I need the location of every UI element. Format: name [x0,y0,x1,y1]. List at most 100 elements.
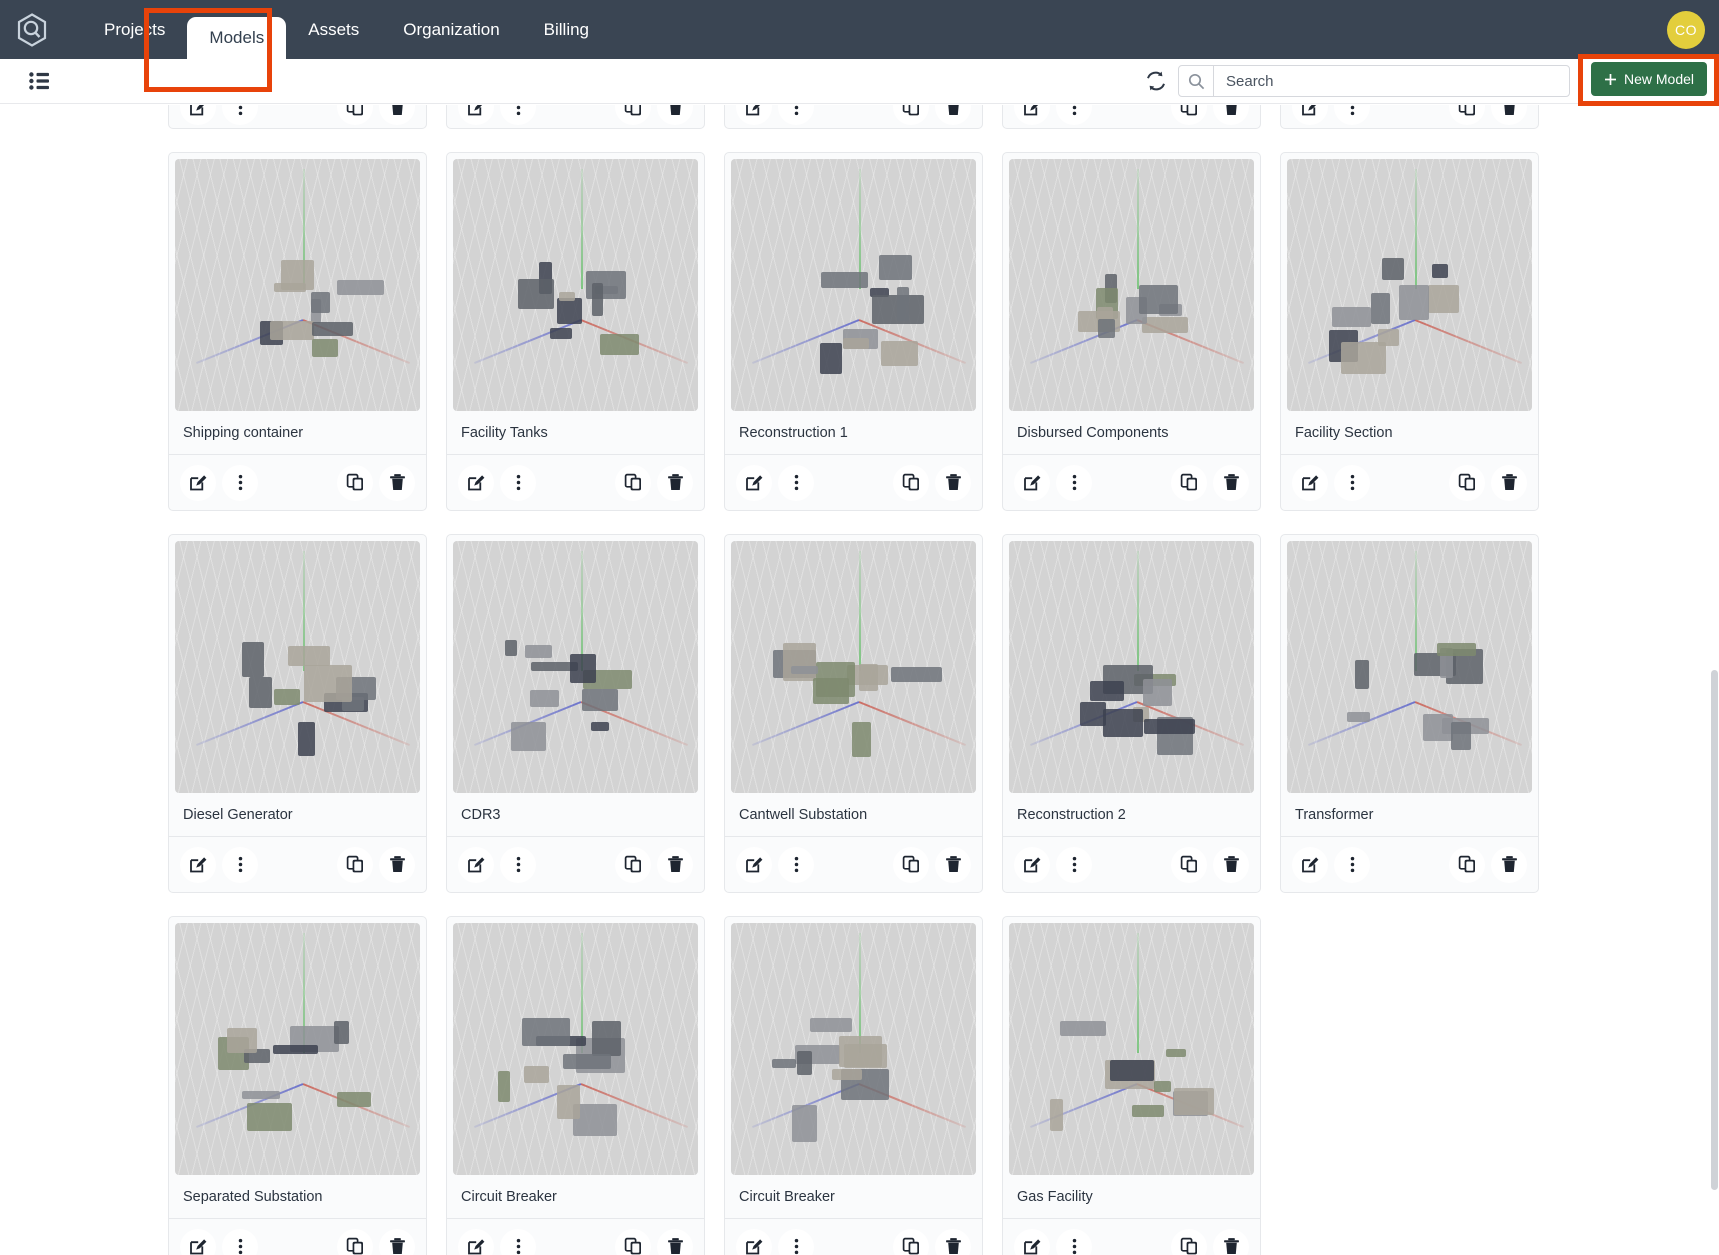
model-card[interactable]: Transformer [1280,534,1539,893]
duplicate-button[interactable] [615,1228,651,1255]
duplicate-button[interactable] [893,1228,929,1255]
avatar[interactable]: CO [1667,11,1705,49]
delete-button[interactable] [379,464,415,501]
more-button[interactable] [222,1228,258,1255]
delete-button[interactable] [657,846,693,883]
card-partial[interactable] [1280,105,1539,129]
delete-button[interactable] [657,1228,693,1255]
card-partial[interactable] [446,105,705,129]
delete-button[interactable] [1213,1228,1249,1255]
model-card[interactable]: CDR3 [446,534,705,893]
delete-button[interactable] [1491,464,1527,501]
model-thumbnail[interactable] [1287,541,1532,793]
delete-button[interactable] [1213,105,1249,125]
edit-button[interactable] [458,1228,494,1255]
edit-button[interactable] [180,464,216,501]
edit-button[interactable] [736,846,772,883]
model-thumbnail[interactable] [731,541,976,793]
more-button[interactable] [1056,464,1092,501]
duplicate-button[interactable] [337,464,373,501]
page-scrollbar-thumb[interactable] [1711,670,1718,1190]
duplicate-button[interactable] [1449,105,1485,125]
edit-button[interactable] [1014,1228,1050,1255]
tab-assets[interactable]: Assets [286,0,381,59]
more-button[interactable] [1056,1228,1092,1255]
delete-button[interactable] [1213,846,1249,883]
more-button[interactable] [778,105,814,125]
model-thumbnail[interactable] [1287,159,1532,411]
model-card[interactable]: Facility Tanks [446,152,705,511]
edit-button[interactable] [1292,105,1328,125]
edit-button[interactable] [458,846,494,883]
more-button[interactable] [1334,846,1370,883]
duplicate-button[interactable] [893,464,929,501]
app-logo[interactable] [13,11,51,49]
model-thumbnail[interactable] [731,923,976,1175]
model-thumbnail[interactable] [453,923,698,1175]
model-thumbnail[interactable] [453,159,698,411]
delete-button[interactable] [935,1228,971,1255]
duplicate-button[interactable] [1449,846,1485,883]
delete-button[interactable] [379,105,415,125]
edit-button[interactable] [1014,464,1050,501]
model-thumbnail[interactable] [1009,541,1254,793]
edit-button[interactable] [736,464,772,501]
more-button[interactable] [222,464,258,501]
model-card[interactable]: Circuit Breaker [446,916,705,1255]
models-grid-area[interactable]: Shipping container Facility Tanks Reconstr… [0,105,1719,1255]
more-button[interactable] [1334,105,1370,125]
model-thumbnail[interactable] [1009,159,1254,411]
more-button[interactable] [778,846,814,883]
model-thumbnail[interactable] [731,159,976,411]
more-button[interactable] [500,464,536,501]
refresh-button[interactable] [1144,69,1168,93]
model-card[interactable]: Cantwell Substation [724,534,983,893]
duplicate-button[interactable] [337,1228,373,1255]
model-card[interactable]: Gas Facility [1002,916,1261,1255]
edit-button[interactable] [1292,464,1328,501]
tab-organization[interactable]: Organization [381,0,521,59]
edit-button[interactable] [736,1228,772,1255]
edit-button[interactable] [736,105,772,125]
duplicate-button[interactable] [1171,846,1207,883]
duplicate-button[interactable] [893,846,929,883]
edit-button[interactable] [1014,105,1050,125]
list-view-toggle[interactable] [29,70,55,92]
model-card[interactable]: Disbursed Components [1002,152,1261,511]
delete-button[interactable] [935,464,971,501]
model-card[interactable]: Reconstruction 2 [1002,534,1261,893]
edit-button[interactable] [458,464,494,501]
edit-button[interactable] [180,1228,216,1255]
tab-models[interactable]: Models [187,17,287,59]
more-button[interactable] [778,1228,814,1255]
more-button[interactable] [500,846,536,883]
duplicate-button[interactable] [1171,105,1207,125]
model-thumbnail[interactable] [175,923,420,1175]
more-button[interactable] [1056,846,1092,883]
model-card[interactable]: Diesel Generator [168,534,427,893]
duplicate-button[interactable] [615,105,651,125]
model-thumbnail[interactable] [1009,923,1254,1175]
model-card[interactable]: Circuit Breaker [724,916,983,1255]
delete-button[interactable] [935,105,971,125]
card-partial[interactable] [724,105,983,129]
more-button[interactable] [500,1228,536,1255]
model-card[interactable]: Separated Substation [168,916,427,1255]
edit-button[interactable] [1014,846,1050,883]
delete-button[interactable] [657,464,693,501]
duplicate-button[interactable] [337,105,373,125]
new-model-button[interactable]: New Model [1591,62,1707,96]
duplicate-button[interactable] [337,846,373,883]
tab-billing[interactable]: Billing [522,0,611,59]
duplicate-button[interactable] [1449,464,1485,501]
delete-button[interactable] [1491,105,1527,125]
edit-button[interactable] [1292,846,1328,883]
delete-button[interactable] [1213,464,1249,501]
model-thumbnail[interactable] [175,159,420,411]
model-card[interactable]: Shipping container [168,152,427,511]
delete-button[interactable] [379,1228,415,1255]
edit-button[interactable] [180,846,216,883]
duplicate-button[interactable] [1171,464,1207,501]
tab-projects[interactable]: Projects [82,0,187,59]
more-button[interactable] [222,846,258,883]
